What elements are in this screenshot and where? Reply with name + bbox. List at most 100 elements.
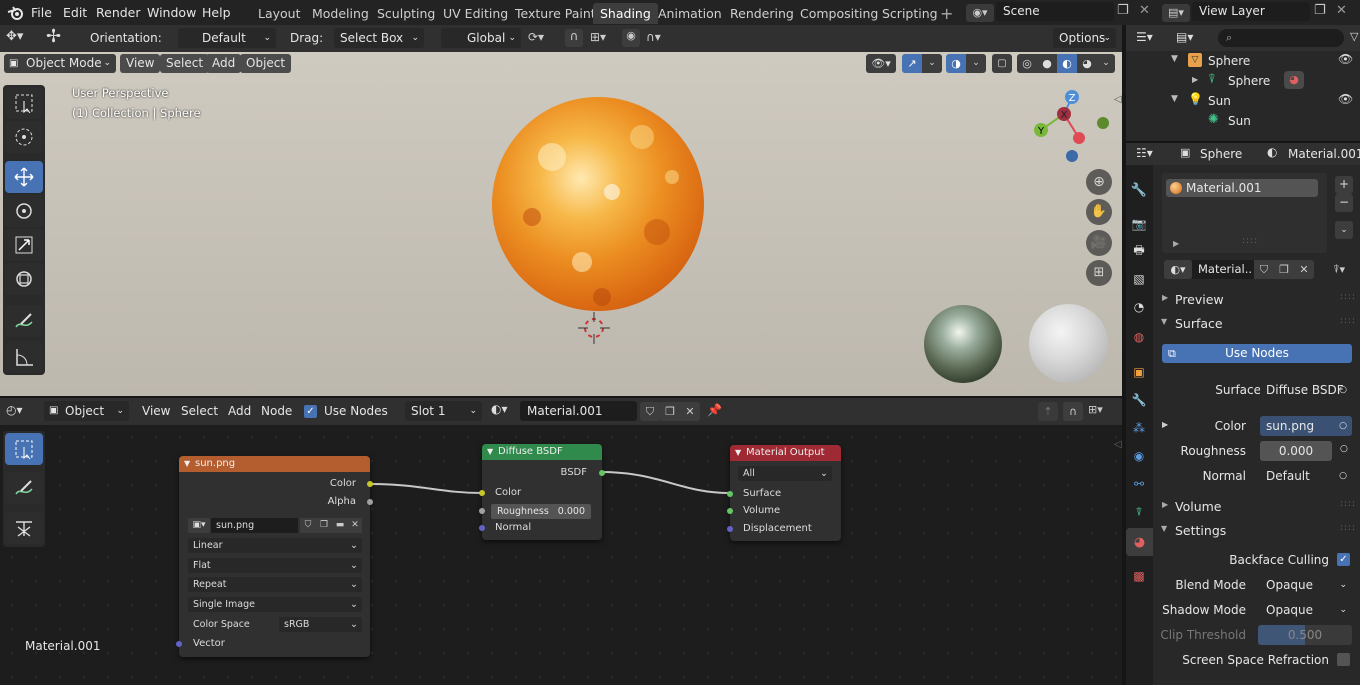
material-name-field[interactable]: Material.001 (520, 401, 637, 421)
outliner-display-mode-icon[interactable]: ▤▾ (1176, 30, 1193, 44)
image-out-alpha-socket[interactable] (367, 499, 373, 505)
physics-tab-icon[interactable]: ◉ (1128, 445, 1150, 467)
3d-viewport[interactable]: ▣ Object Mode ⌄ View Select Add Object 👁▾ … (0, 52, 1122, 396)
image-open-folder-icon[interactable]: ▬ (332, 518, 348, 533)
node-menu-node[interactable]: Node (255, 402, 298, 421)
snap-icon[interactable]: ∩ (565, 29, 583, 47)
transform-tool-icon[interactable]: ✥▾ (6, 29, 36, 47)
annotate-tool-icon[interactable] (5, 305, 43, 337)
world-tab-icon[interactable]: ◍ (1128, 326, 1150, 348)
image-texture-node[interactable]: ▼ sun.png Color Alpha ▣▾ sun.png ⛉ ❐ ▬ ✕ … (176, 456, 373, 657)
duplicate-material-icon[interactable]: ❐ (660, 402, 680, 421)
copy-scene-icon[interactable]: ❐ (1117, 3, 1129, 18)
panel-drag-icon[interactable]: :::: (1340, 292, 1356, 302)
copy-view-layer-icon[interactable]: ❐ (1314, 3, 1326, 18)
shader-type-dropdown[interactable]: ▣ Object ⌄ (44, 401, 129, 421)
visibility-dropdown-icon[interactable]: 👁▾ (866, 54, 896, 73)
measure-tool-icon[interactable] (5, 341, 43, 373)
use-nodes-checkbox[interactable]: ✓ (304, 405, 317, 418)
tab-animation[interactable]: Animation (651, 3, 729, 24)
tab-modeling[interactable]: Modeling (305, 3, 376, 24)
navigation-gizmo[interactable]: Z Y X (1030, 90, 1110, 170)
outliner-row-sun[interactable]: ▼ 💡 Sun 👁 (1126, 92, 1360, 112)
expand-arrow-icon[interactable]: ▶ (1173, 239, 1179, 248)
object-tab-icon[interactable]: ▣ (1128, 361, 1150, 383)
node-snap-icon[interactable]: ∩ (1063, 402, 1083, 421)
volume-panel-header[interactable]: ▶ Volume :::: (1156, 497, 1360, 517)
color-texture-field[interactable]: sun.png ○ (1260, 416, 1352, 436)
node-collapse-icon[interactable]: ▼ (487, 444, 493, 460)
constraints-tab-icon[interactable]: ⚯ (1128, 473, 1150, 495)
overlay-toggle-icon[interactable]: ◑ (946, 54, 966, 73)
preview-panel-header[interactable]: ▶ Preview :::: (1156, 290, 1360, 310)
editor-type-icon[interactable]: ◴▾ (6, 403, 23, 417)
tab-layout[interactable]: Layout (251, 3, 308, 24)
hdri-preview-sphere[interactable] (924, 305, 1002, 383)
node-snap-target-icon[interactable]: ⊞▾ (1088, 403, 1103, 416)
eye-icon[interactable]: 👁 (1338, 92, 1353, 106)
shading-material-icon[interactable]: ◐ (1057, 54, 1077, 73)
object-mode-dropdown[interactable]: ▣ Object Mode ⌄ (4, 54, 116, 73)
tab-texture-paint[interactable]: Texture Paint (508, 3, 603, 24)
material-output-node[interactable]: ▼ Material Output All ⌄ Surface Volume Dis… (727, 445, 841, 541)
bsdf-in-normal-socket[interactable] (479, 525, 485, 531)
gizmo-dropdown-icon[interactable]: ⌄ (922, 54, 942, 73)
material-unlink-icon[interactable]: ✕ (1294, 260, 1314, 279)
pin-icon[interactable]: 📌 (707, 403, 722, 417)
normal-field[interactable]: Default ○ (1260, 466, 1352, 486)
color-space-dropdown[interactable]: sRGB ⌄ (279, 617, 362, 632)
fake-user-icon[interactable]: ⛉ (640, 402, 660, 421)
menu-file[interactable]: File (25, 3, 58, 22)
shadow-mode-dropdown[interactable]: Opaque ⌄ (1260, 600, 1352, 620)
projection-dropdown[interactable]: Flat ⌄ (188, 558, 362, 573)
view-layer-tab-icon[interactable]: ▧ (1128, 268, 1150, 290)
3d-cursor-icon[interactable] (578, 312, 610, 344)
matcap-preview-sphere[interactable] (1029, 304, 1108, 383)
menu-window[interactable]: Window (141, 3, 202, 22)
diffuse-bsdf-node[interactable]: ▼ Diffuse BSDF BSDF Color Roughness 0.000… (479, 444, 605, 540)
blend-mode-dropdown[interactable]: Opaque ⌄ (1260, 575, 1352, 595)
viewport-menu-object[interactable]: Object (240, 54, 292, 73)
viewport-menu-add[interactable]: Add (206, 54, 242, 73)
resize-handle-icon[interactable]: :::: (1242, 236, 1258, 246)
transform-orientation-dropdown[interactable]: Global ⌄ (441, 28, 521, 48)
scene-icon[interactable]: ◉▾ (966, 4, 994, 22)
surface-shader-field[interactable]: Diffuse BSDF ○ (1260, 380, 1352, 400)
zoom-icon[interactable]: ⊕ (1086, 169, 1112, 195)
backface-culling-checkbox[interactable]: ✓ (1337, 553, 1350, 566)
xray-icon[interactable]: ▢ (992, 54, 1012, 73)
menu-help[interactable]: Help (196, 3, 237, 22)
sun-sphere[interactable] (492, 97, 704, 311)
expand-arrow-icon[interactable]: ▼ (1171, 94, 1178, 104)
add-slot-button[interactable]: + (1335, 176, 1353, 194)
tool-tab-icon[interactable]: 🔧 (1128, 179, 1150, 201)
render-tab-icon[interactable]: 📷 (1128, 213, 1150, 235)
output-in-displacement-socket[interactable] (727, 526, 733, 532)
texture-tab-icon[interactable]: ▩ (1128, 565, 1150, 587)
cursor-tool-icon[interactable] (5, 121, 43, 153)
material-duplicate-icon[interactable]: ❐ (1274, 260, 1294, 279)
overlay-dropdown-icon[interactable]: ⌄ (966, 54, 986, 73)
menu-edit[interactable]: Edit (57, 3, 93, 22)
image-name-field[interactable]: sun.png (211, 518, 298, 533)
close-view-layer-icon[interactable]: ✕ (1336, 3, 1347, 18)
surface-panel-header[interactable]: ▼ Surface :::: (1156, 314, 1360, 334)
outliner-editor-icon[interactable]: ☰▾ (1136, 30, 1153, 44)
select-box-tool-icon[interactable] (5, 87, 43, 119)
material-icon[interactable]: ◕ (1284, 71, 1304, 89)
close-scene-icon[interactable]: ✕ (1139, 3, 1150, 18)
output-in-volume-socket[interactable] (727, 508, 733, 514)
expand-arrow-icon[interactable]: ▼ (1171, 54, 1178, 64)
tab-uv-editing[interactable]: UV Editing (436, 3, 515, 24)
material-link-dropdown-icon[interactable]: ⍒▾ (1324, 260, 1354, 279)
material-fake-user-icon[interactable]: ⛉ (1254, 260, 1274, 279)
outliner-row-sphere[interactable]: ▼ ▽ Sphere 👁 (1126, 52, 1360, 72)
outliner-search-field[interactable]: ⌕ (1218, 29, 1344, 47)
node-collapse-icon[interactable]: ▼ (735, 445, 741, 461)
pan-hand-icon[interactable]: ✋ (1086, 199, 1112, 225)
transform-tool-icon[interactable] (5, 263, 43, 295)
output-target-dropdown[interactable]: All ⌄ (738, 466, 832, 481)
drag-dropdown[interactable]: Select Box ⌄ (334, 28, 424, 48)
slot-specials-button[interactable]: ⌄ (1335, 221, 1353, 239)
image-out-color-socket[interactable] (367, 481, 373, 487)
